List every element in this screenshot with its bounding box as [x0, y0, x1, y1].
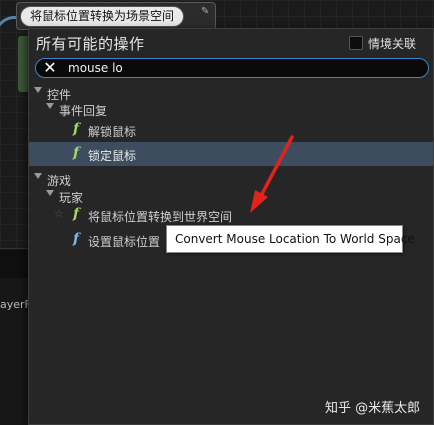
background-partial-label: ayerF [0, 298, 31, 311]
expand-triangle-icon[interactable] [34, 173, 42, 179]
tooltip: Convert Mouse Location To World Space [166, 225, 415, 253]
action-item-convert-mouse-location[interactable]: ☆ f 将鼠标位置转换到世界空间 [29, 203, 433, 227]
search-input-value[interactable]: mouse lo [68, 61, 123, 75]
background-node-title: 将鼠标位置转换为场景空间 [20, 6, 185, 27]
action-label: 锁定鼠标 [88, 149, 137, 163]
search-input[interactable]: ✕ mouse lo [35, 58, 429, 78]
action-label: 将鼠标位置转换到世界空间 [88, 210, 233, 224]
pin-icon: ✎ [201, 6, 210, 17]
context-sensitive-label[interactable]: 情境关联 [368, 35, 416, 52]
expand-triangle-icon[interactable] [34, 87, 42, 93]
menu-title: 所有可能的操作 [36, 35, 145, 53]
action-item-lock-mouse[interactable]: f 锁定鼠标 [29, 142, 433, 166]
menu-header: 所有可能的操作 情境关联 [29, 29, 433, 57]
action-label: 解锁鼠标 [88, 125, 137, 139]
favorite-star-icon[interactable]: ☆ [54, 207, 64, 220]
function-icon: f [73, 145, 80, 161]
expand-triangle-icon[interactable] [46, 190, 54, 196]
category-label: 事件回复 [59, 104, 108, 118]
context-sensitive-checkbox[interactable] [349, 36, 363, 50]
action-item-unlock-mouse[interactable]: f 解锁鼠标 [29, 118, 433, 142]
function-icon: f [73, 206, 80, 222]
tooltip-text: Convert Mouse Location To World Space [175, 232, 415, 246]
watermark: 知乎 @米蕉太郎 [325, 401, 421, 416]
clear-search-icon[interactable]: ✕ [42, 60, 58, 76]
expand-triangle-icon[interactable] [46, 103, 54, 109]
function-icon: f [73, 231, 80, 247]
action-label: 设置鼠标位置 [88, 235, 161, 249]
function-icon: f [73, 121, 80, 137]
